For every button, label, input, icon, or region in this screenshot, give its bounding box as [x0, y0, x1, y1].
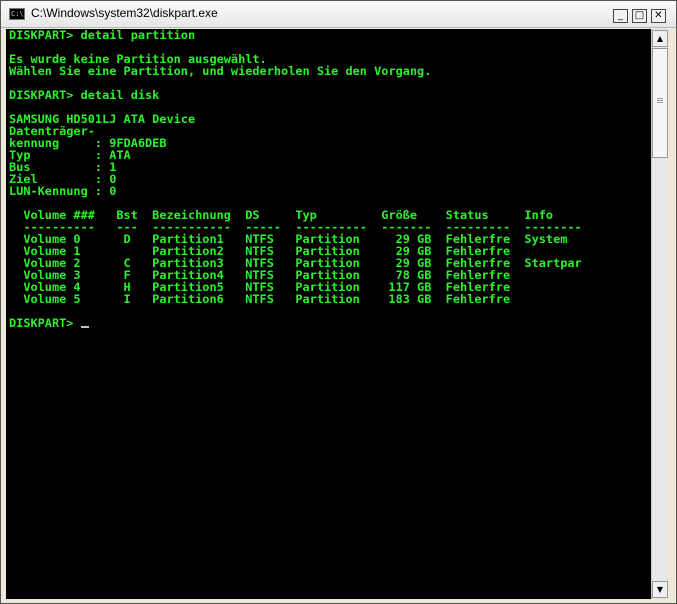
maximize-button[interactable]: □ [632, 9, 647, 23]
scroll-thumb[interactable] [652, 48, 668, 158]
vertical-scrollbar[interactable]: ▲ ▼ [651, 29, 668, 599]
console-output[interactable]: DISKPART> detail partition Es wurde kein… [6, 29, 651, 599]
console-line: DISKPART> detail partition [9, 29, 196, 42]
minimize-button[interactable]: _ [613, 9, 628, 23]
console-line: LUN-Kennung : 0 [9, 184, 117, 198]
close-button[interactable]: ✕ [651, 9, 666, 23]
window-title: C:\Windows\system32\diskpart.exe [31, 6, 218, 20]
console-text: DISKPART> detail partition Es wurde kein… [6, 29, 651, 329]
console-app-icon[interactable]: C:\ [9, 8, 25, 20]
grip-icon [657, 98, 663, 99]
scroll-down-arrow-icon[interactable]: ▼ [652, 581, 668, 598]
table-row: Volume 5 I Partition6 NTFS Partition 183… [9, 292, 511, 306]
command-prompt[interactable]: DISKPART> [9, 316, 81, 330]
console-window: C:\ C:\Windows\system32\diskpart.exe _ □… [0, 0, 677, 604]
app-icon-label: C:\ [11, 10, 24, 18]
scroll-up-arrow-icon[interactable]: ▲ [652, 30, 668, 47]
console-line: Wählen Sie eine Partition, und wiederhol… [9, 64, 432, 78]
console-line: DISKPART> detail disk [9, 88, 160, 102]
title-bar[interactable]: C:\ C:\Windows\system32\diskpart.exe _ □… [1, 1, 676, 28]
text-cursor [80, 326, 89, 328]
